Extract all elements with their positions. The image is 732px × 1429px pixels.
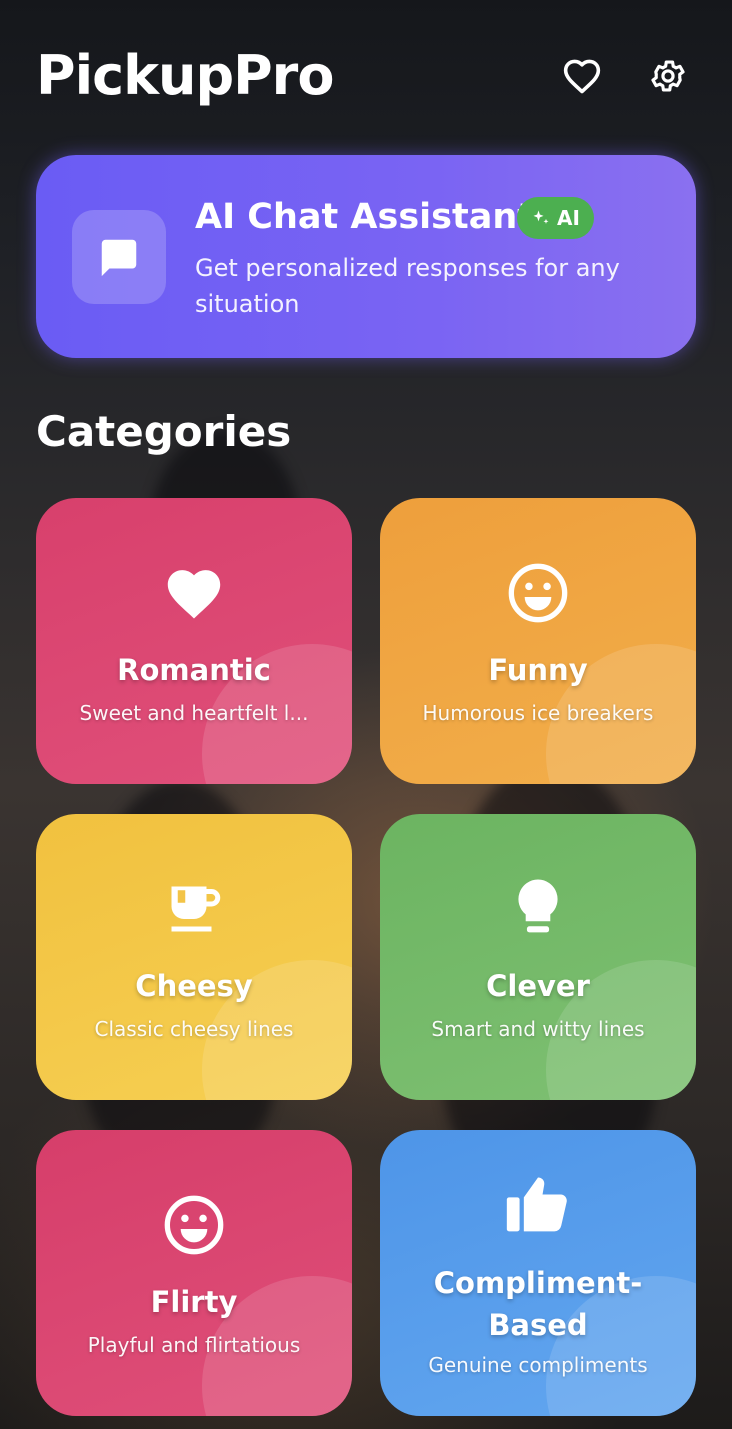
- chat-bubble-icon: [101, 239, 137, 277]
- favorites-button[interactable]: [560, 54, 604, 98]
- category-description: Humorous ice breakers: [422, 701, 654, 725]
- heart-icon: [167, 570, 221, 619]
- coffee-cup-icon: [171, 886, 221, 932]
- smiley-icon: [164, 1195, 224, 1255]
- category-card-compliment-based[interactable]: Compliment- Based Genuine compliments: [380, 1130, 696, 1416]
- ai-card-title: AI Chat Assistant: [195, 197, 535, 237]
- category-description: Smart and witty lines: [431, 1017, 645, 1041]
- category-title: Cheesy: [135, 969, 253, 1003]
- category-title: Clever: [486, 969, 590, 1003]
- category-title-line: Based: [488, 1308, 588, 1342]
- smiley-icon: [508, 563, 568, 623]
- ai-badge: AI: [517, 197, 594, 239]
- category-card-funny[interactable]: Funny Humorous ice breakers: [380, 498, 696, 784]
- category-title: Romantic: [117, 653, 271, 687]
- app-header: PickupPro: [36, 40, 696, 112]
- ai-chat-assistant-card[interactable]: AI Chat Assistant AI Get personalized re…: [36, 155, 696, 358]
- sparkle-icon: [533, 210, 549, 224]
- lightbulb-icon: [518, 879, 558, 933]
- category-title: Compliment- Based: [390, 1262, 686, 1346]
- category-description: Sweet and heartfelt l...: [79, 701, 309, 725]
- thumbs-up-icon: [506, 1177, 567, 1232]
- category-card-cheesy[interactable]: Cheesy Classic cheesy lines: [36, 814, 352, 1100]
- gear-icon: [651, 60, 685, 92]
- category-title: Flirty: [150, 1285, 238, 1319]
- ai-card-subtitle: Get personalized responses for any situa…: [195, 254, 620, 318]
- category-description: Genuine compliments: [428, 1353, 648, 1377]
- ai-chat-icon-container: [72, 210, 166, 304]
- category-card-clever[interactable]: Clever Smart and witty lines: [380, 814, 696, 1100]
- heart-outline-icon: [563, 59, 601, 94]
- categories-heading: Categories: [36, 407, 292, 456]
- category-title-line: Compliment-: [433, 1266, 643, 1300]
- category-card-romantic[interactable]: Romantic Sweet and heartfelt l...: [36, 498, 352, 784]
- category-description: Playful and flirtatious: [87, 1333, 301, 1357]
- category-title: Funny: [488, 653, 588, 687]
- ai-badge-label: AI: [557, 206, 580, 230]
- category-description: Classic cheesy lines: [94, 1017, 294, 1041]
- app-title: PickupPro: [36, 44, 334, 107]
- category-card-flirty[interactable]: Flirty Playful and flirtatious: [36, 1130, 352, 1416]
- settings-button[interactable]: [646, 54, 690, 98]
